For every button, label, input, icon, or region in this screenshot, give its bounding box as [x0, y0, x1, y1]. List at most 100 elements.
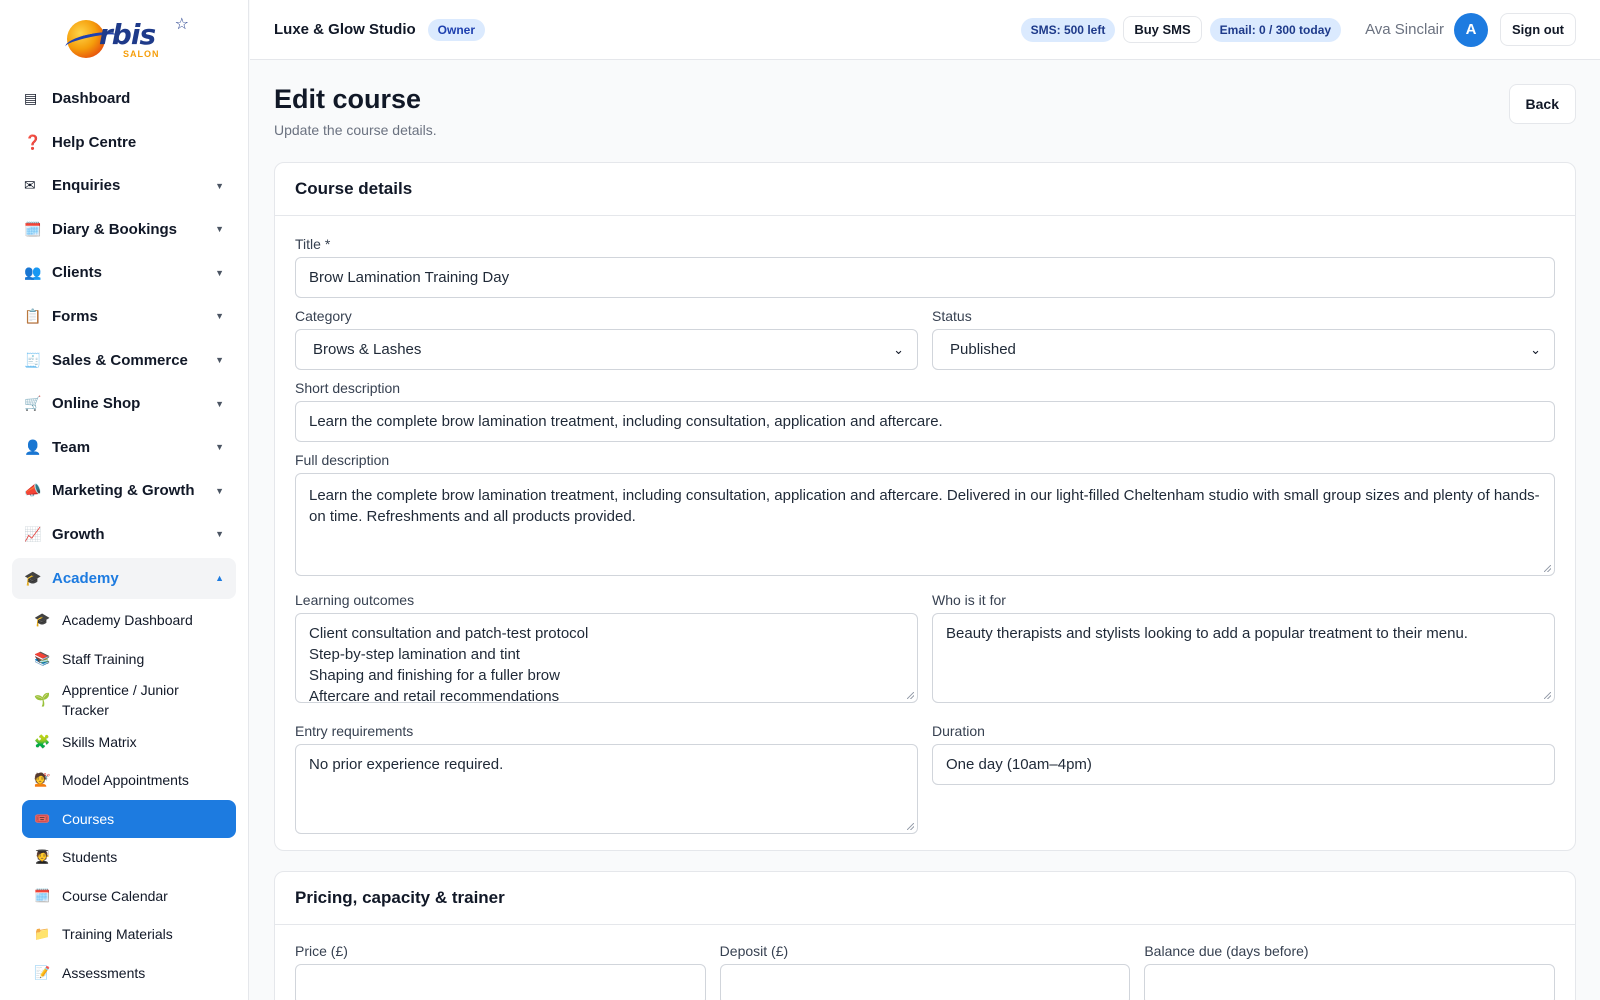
chevron-up-icon: ▲: [215, 573, 224, 584]
graduation-cap-icon: 🎓: [24, 569, 42, 586]
page-header: Edit course Update the course details. B…: [274, 60, 1576, 162]
main-content: Edit course Update the course details. B…: [274, 60, 1576, 1000]
chevron-down-icon: ▼: [215, 267, 224, 278]
price-label: Price (£): [295, 943, 348, 959]
ticket-icon: 🎟️: [34, 810, 51, 826]
people-icon: 👥: [24, 264, 42, 281]
who-is-it-for-label: Who is it for: [932, 592, 1006, 608]
folder-icon: 📁: [34, 926, 51, 942]
deposit-label: Deposit (£): [719, 943, 789, 959]
duration-label: Duration: [932, 723, 985, 739]
category-label: Category: [295, 308, 352, 324]
entry-requirements-label: Entry requirements: [295, 723, 414, 739]
sidebar-item-academy-dashboard[interactable]: 🎓 Academy Dashboard: [22, 601, 236, 639]
sidebar-item-staff-training[interactable]: 📚 Staff Training: [22, 640, 236, 678]
chevron-down-icon: ▼: [215, 355, 224, 366]
chevron-down-icon: ⌄: [893, 341, 904, 357]
top-bar: Luxe & Glow Studio Owner SMS: 500 left B…: [250, 0, 1600, 60]
clipboard-icon: 📋: [24, 307, 42, 324]
category-select[interactable]: Brows & Lashes ⌄: [295, 329, 918, 370]
orbis-salon-logo: rbis SALON ☆: [64, 16, 189, 62]
sidebar-item-forms[interactable]: 📋 Forms ▼: [12, 296, 236, 337]
sidebar-item-students[interactable]: 🧑‍🎓 Students: [22, 838, 236, 876]
short-description-label: Short description: [295, 380, 401, 396]
sidebar-item-marketing-growth[interactable]: 📣 Marketing & Growth ▼: [12, 470, 236, 511]
status-select[interactable]: Published ⌄: [932, 329, 1555, 370]
graduation-cap-icon: 🎓: [34, 612, 51, 628]
sign-out-button[interactable]: Sign out: [1500, 13, 1576, 46]
title-label: Title *: [295, 236, 331, 252]
envelope-icon: ✉: [24, 177, 36, 194]
sidebar-item-online-shop[interactable]: 🛒 Online Shop ▼: [12, 383, 236, 424]
pricing-card: Pricing, capacity & trainer Price (£) De…: [274, 871, 1576, 1000]
chevron-down-icon: ▼: [215, 398, 224, 409]
avatar[interactable]: A: [1454, 12, 1488, 47]
short-description-input[interactable]: Learn the complete brow lamination treat…: [295, 401, 1555, 442]
user-name: Ava Sinclair: [1365, 21, 1444, 38]
duration-input[interactable]: One day (10am–4pm): [932, 744, 1555, 785]
sidebar: rbis SALON ☆ ▤ Dashboard ❓ Help Centre ✉ En…: [0, 0, 249, 1000]
books-icon: 📚: [34, 650, 51, 666]
deposit-input[interactable]: [719, 964, 1131, 1000]
entry-requirements-textarea[interactable]: No prior experience required.: [295, 744, 918, 834]
student-icon: 🧑‍🎓: [34, 849, 51, 865]
puzzle-icon: 🧩: [34, 733, 51, 749]
role-badge: Owner: [427, 18, 486, 41]
email-quota-badge: Email: 0 / 300 today: [1209, 17, 1342, 42]
chevron-down-icon: ⌄: [1530, 341, 1541, 357]
studio-name: Luxe & Glow Studio: [274, 21, 416, 38]
card-heading: Course details: [275, 163, 1575, 216]
sidebar-item-sales-commerce[interactable]: 🧾 Sales & Commerce ▼: [12, 340, 236, 381]
sidebar-item-model-appointments[interactable]: 💇 Model Appointments: [22, 761, 236, 799]
star-icon: ☆: [174, 16, 189, 33]
chevron-down-icon: ▼: [215, 529, 224, 540]
balance-due-input[interactable]: [1144, 964, 1556, 1000]
balance-due-label: Balance due (days before): [1144, 943, 1309, 959]
megaphone-icon: 📣: [24, 482, 42, 499]
sidebar-nav: ▤ Dashboard ❓ Help Centre ✉ Enquiries ▼ 🗓️ Di…: [0, 78, 248, 992]
chevron-down-icon: ▼: [215, 485, 224, 496]
learning-outcomes-textarea[interactable]: Client consultation and patch-test proto…: [295, 613, 918, 703]
sidebar-item-help-centre[interactable]: ❓ Help Centre: [12, 122, 236, 163]
status-label: Status: [932, 308, 972, 324]
sidebar-item-enquiries[interactable]: ✉ Enquiries ▼: [12, 165, 236, 206]
user-icon: 👤: [24, 438, 42, 455]
haircut-icon: 💇: [34, 772, 51, 788]
buy-sms-button[interactable]: Buy SMS: [1123, 16, 1202, 43]
question-icon: ❓: [24, 133, 42, 150]
chevron-down-icon: ▼: [215, 442, 224, 453]
who-is-it-for-textarea[interactable]: Beauty therapists and stylists looking t…: [932, 613, 1555, 703]
price-input[interactable]: [295, 964, 706, 1000]
sidebar-item-growth[interactable]: 📈 Growth ▼: [12, 514, 236, 555]
page-title: Edit course: [274, 84, 422, 114]
logo[interactable]: rbis SALON ☆: [0, 0, 248, 78]
sidebar-item-training-materials[interactable]: 📁 Training Materials: [22, 915, 236, 953]
card-heading: Pricing, capacity & trainer: [275, 872, 1575, 925]
course-details-card: Course details Title * Brow Lamination T…: [274, 162, 1576, 851]
calendar-icon: 🗓️: [24, 220, 42, 237]
sidebar-item-skills-matrix[interactable]: 🧩 Skills Matrix: [22, 723, 236, 761]
sidebar-item-courses[interactable]: 🎟️ Courses: [22, 799, 236, 838]
full-description-label: Full description: [295, 452, 390, 468]
seedling-icon: 🌱: [34, 692, 51, 708]
title-input[interactable]: Brow Lamination Training Day: [295, 257, 1555, 298]
dashboard-icon: ▤: [24, 90, 38, 106]
cart-icon: 🛒: [24, 395, 42, 412]
sms-credit-badge: SMS: 500 left: [1020, 17, 1116, 42]
full-description-textarea[interactable]: Learn the complete brow lamination treat…: [295, 473, 1555, 576]
calendar-icon: 🗓️: [34, 887, 51, 903]
sidebar-item-apprentice-tracker[interactable]: 🌱 Apprentice / Junior Tracker: [22, 678, 236, 722]
chevron-down-icon: ▼: [215, 311, 224, 322]
page-subtitle: Update the course details.: [274, 122, 437, 138]
back-button[interactable]: Back: [1508, 84, 1576, 124]
sidebar-item-diary-bookings[interactable]: 🗓️ Diary & Bookings ▼: [12, 209, 236, 250]
chart-up-icon: 📈: [24, 525, 42, 542]
chevron-down-icon: ▼: [215, 180, 224, 191]
sidebar-item-team[interactable]: 👤 Team ▼: [12, 427, 236, 468]
sidebar-item-clients[interactable]: 👥 Clients ▼: [12, 252, 236, 293]
sidebar-item-course-calendar[interactable]: 🗓️ Course Calendar: [22, 877, 236, 915]
academy-submenu: 🎓 Academy Dashboard 📚 Staff Training 🌱 Appr…: [12, 601, 236, 992]
sidebar-item-assessments[interactable]: 📝 Assessments: [22, 954, 236, 992]
sidebar-item-academy[interactable]: 🎓 Academy ▲: [12, 557, 236, 599]
sidebar-item-dashboard[interactable]: ▤ Dashboard: [12, 78, 236, 119]
